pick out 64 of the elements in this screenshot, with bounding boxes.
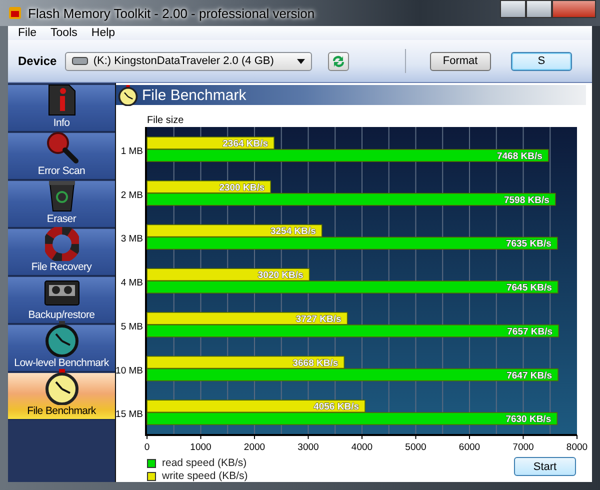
value-label: 7647 KB/s — [506, 370, 552, 382]
value-label: 3020 KB/s — [258, 270, 304, 282]
sidebar-item[interactable]: Info — [8, 85, 115, 132]
minimize-button[interactable] — [500, 0, 526, 18]
maximize-button[interactable] — [526, 0, 552, 18]
tick-label: 0 — [144, 442, 150, 453]
tick-label: 2000 — [244, 442, 266, 453]
category-label: 5 MB — [120, 321, 143, 332]
panel-title: File Benchmark — [142, 86, 246, 104]
tick-label: 8000 — [566, 442, 588, 453]
category-label: 10 MB — [116, 365, 143, 376]
legend-label: write speed (KB/s) — [162, 470, 248, 482]
category-label: 2 MB — [120, 190, 143, 201]
app-icon — [8, 6, 22, 20]
value-label: 4056 KB/s — [314, 402, 359, 413]
device-dropdown[interactable]: (K:) KingstonDataTraveler 2.0 (4 GB) — [65, 52, 312, 70]
value-label: 2300 KB/s — [219, 182, 265, 194]
sidebar-item[interactable]: Error Scan — [8, 133, 115, 180]
value-label: 7630 KB/s — [506, 414, 552, 426]
start-button[interactable]: Start — [514, 457, 576, 476]
life-ring-icon — [44, 227, 78, 261]
caret-icon — [296, 58, 305, 64]
tick-label: 6000 — [458, 442, 480, 453]
menu-item[interactable]: File — [12, 26, 43, 40]
sidebar-item[interactable]: Eraser — [8, 181, 115, 228]
window-title: Flash Memory Toolkit - 2.00 - professional version — [28, 6, 316, 20]
tick-label: 1000 — [190, 442, 212, 453]
magnifier-icon — [44, 131, 78, 165]
tick-label: 5000 — [405, 442, 426, 453]
sidebar-item[interactable]: File Recovery — [8, 229, 115, 276]
tick-label: 4000 — [351, 442, 373, 453]
close-button[interactable] — [552, 0, 596, 18]
value-label: 7598 KB/s — [504, 194, 550, 206]
value-label: 7635 KB/s — [506, 238, 552, 250]
format-button[interactable]: Format — [430, 52, 491, 70]
legend-label: read speed (KB/s) — [162, 457, 247, 469]
value-label: 7657 KB/s — [507, 326, 553, 338]
value-label: 3254 KB/s — [270, 226, 316, 238]
drive-icon — [72, 57, 88, 65]
info-icon — [46, 83, 76, 117]
value-label: 7645 KB/s — [506, 282, 552, 294]
cassette-icon — [44, 278, 80, 308]
value-label: 3668 KB/s — [292, 358, 338, 369]
value-label: 7468 KB/s — [496, 151, 542, 162]
refresh-icon — [332, 54, 345, 68]
category-label: 1 MB — [120, 146, 143, 157]
category-label: 15 MB — [116, 409, 143, 420]
tick-label: 3000 — [298, 442, 319, 453]
menu-item[interactable]: Tools — [44, 26, 84, 40]
category-label: 4 MB — [120, 278, 143, 289]
axis-title: File size — [147, 115, 184, 126]
refresh-button[interactable] — [328, 52, 349, 70]
value-label: 2364 KB/s — [222, 138, 268, 150]
stopwatch-icon — [44, 369, 78, 405]
category-label: 3 MB — [120, 234, 143, 245]
sidebar-item[interactable]: Backup/restore — [8, 277, 115, 324]
stopwatch-icon — [44, 321, 78, 357]
device-label: Device — [18, 54, 58, 68]
toolbar-button[interactable]: S — [510, 52, 572, 70]
menu-item[interactable]: Help — [85, 26, 122, 40]
tick-label: 7000 — [512, 442, 534, 453]
trash-bin-icon — [46, 179, 76, 213]
stopwatch-icon — [118, 84, 138, 106]
value-label: 3727 KB/s — [296, 314, 342, 325]
